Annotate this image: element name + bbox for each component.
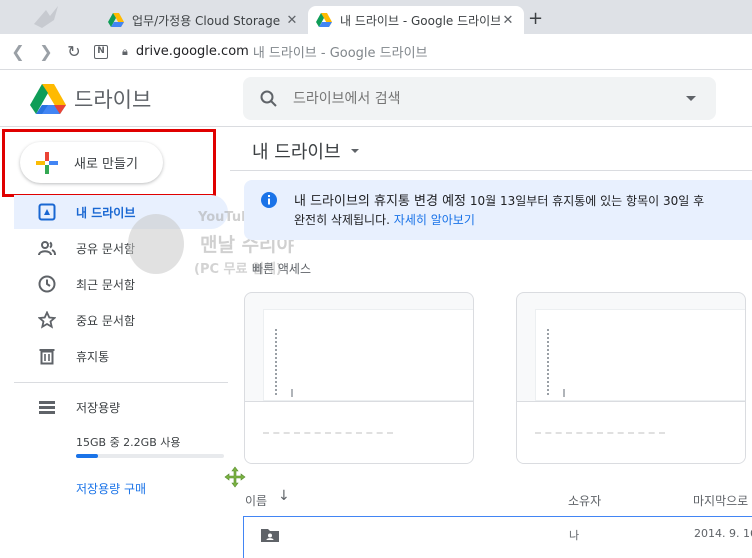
notice-body-2: 완전히 삭제됩니다. [294,213,390,227]
address-bar[interactable]: 🔒︎ drive.google.com 내 드라이브 - Google 드라이브 [122,42,428,61]
sidebar-item-recent[interactable]: 최근 문서함 [14,267,228,301]
quick-access-heading: 빠른 액세스 [252,262,312,276]
tab-my-drive[interactable]: 내 드라이브 - Google 드라이브 ✕ [308,6,524,34]
sidebar-item-label: 저장용량 [76,400,121,415]
browser-toolbar: ❮ ❯ ↻ N 🔒︎ drive.google.com 내 드라이브 - Goo… [0,34,752,70]
close-tab-icon[interactable]: ✕ [284,13,300,28]
tab-cloud-storage[interactable]: 업무/가정용 Cloud Storage - Go ✕ [100,6,308,34]
notice-heading: 내 드라이브의 휴지통 변경 예정 [294,194,467,209]
search-bar[interactable] [243,77,716,120]
row-owner: 나 [569,529,580,542]
sidebar-divider [14,382,228,383]
back-icon[interactable]: ❮ [8,42,28,61]
learn-more-link[interactable]: 자세히 알아보기 [394,213,475,227]
card-filename-placeholder [263,432,393,434]
file-thumbnail [535,309,745,401]
app-name: 드라이브 [74,88,152,112]
info-icon [261,192,277,208]
page-title-text: 내 드라이브 [252,142,341,163]
chevron-down-icon[interactable] [350,149,359,153]
plus-icon [36,151,58,174]
extension-n-icon[interactable]: N [94,44,108,59]
notice-line-1: 내 드라이브의 휴지통 변경 예정 10월 13일부터 휴지통에 있는 항목이 … [294,190,704,209]
storage-progress-bar [76,454,224,458]
forward-icon[interactable]: ❯ [36,42,56,61]
google-drive-logo-icon[interactable] [30,84,66,114]
close-tab-icon[interactable]: ✕ [500,13,516,28]
browser-tab-bar: 업무/가정용 Cloud Storage - Go ✕ 내 드라이브 - Goo… [0,0,752,34]
tab-title: 내 드라이브 - Google 드라이브 [340,13,500,28]
storage-usage-text: 15GB 중 2.2GB 사용 [76,436,181,449]
search-icon[interactable] [259,89,279,109]
shared-folder-icon [261,529,279,542]
google-drive-favicon-icon [108,13,124,27]
sidebar-item-label: 내 드라이브 [76,205,136,220]
url-page-title: 내 드라이브 - Google 드라이브 [252,46,428,61]
storage-icon [39,401,55,414]
card-footer [517,401,745,463]
url-host: drive.google.com [135,44,249,59]
sidebar-item-label: 휴지통 [76,349,110,364]
page-title[interactable]: 내 드라이브 [252,138,359,164]
table-row[interactable]: 나 2014. 9. 16 [243,516,752,558]
row-modified-date: 2014. 9. 16 [694,527,752,540]
star-icon [38,311,56,329]
sidebar-item-storage[interactable]: 저장용량 [14,390,228,424]
search-options-chevron-down-icon[interactable] [686,96,696,101]
header-divider [0,126,752,127]
trash-change-notice: 내 드라이브의 휴지통 변경 예정 10월 13일부터 휴지통에 있는 항목이 … [244,180,752,240]
sidebar-item-my-drive[interactable]: 내 드라이브 [14,195,228,229]
file-thumbnail [263,309,473,401]
quick-access-card[interactable] [244,292,474,464]
column-header-name[interactable]: 이름 [245,492,267,509]
bird-decoration-icon [28,2,88,32]
new-button[interactable]: 새로 만들기 [20,142,163,183]
new-tab-button[interactable]: + [528,8,543,29]
sidebar-item-starred[interactable]: 중요 문서함 [14,303,228,337]
quick-access-card[interactable] [516,292,746,464]
sidebar-item-label: 중요 문서함 [76,313,136,328]
main-divider [230,170,752,171]
card-footer [245,401,473,463]
google-drive-favicon-icon [316,13,332,27]
buy-storage-link[interactable]: 저장용량 구매 [76,480,146,497]
card-filename-placeholder [535,432,665,434]
search-input[interactable] [293,90,653,107]
thumbnail-text [547,329,551,395]
sort-arrow-down-icon[interactable]: ↓ [278,488,290,504]
shared-people-icon [38,241,56,256]
my-drive-icon [38,203,56,221]
notice-line-2: 완전히 삭제됩니다. 자세히 알아보기 [294,211,475,228]
clock-icon [38,275,56,293]
sidebar-item-shared[interactable]: 공유 문서함 [14,231,228,265]
sidebar-item-label: 공유 문서함 [76,241,136,256]
reload-icon[interactable]: ↻ [64,42,84,61]
trash-icon [39,349,55,365]
thumbnail-text [275,329,279,395]
sidebar-item-label: 최근 문서함 [76,277,136,292]
column-header-modified[interactable]: 마지막으로 [693,492,748,509]
tab-title: 업무/가정용 Cloud Storage - Go [132,13,284,28]
sidebar-item-trash[interactable]: 휴지통 [14,339,228,373]
column-header-owner: 소유자 [568,494,602,508]
move-cursor-icon [224,466,246,488]
lock-icon: 🔒︎ [122,44,128,58]
new-button-label: 새로 만들기 [74,157,138,172]
thumbnail-text [563,389,565,397]
thumbnail-text [291,389,293,397]
storage-progress-fill [76,454,98,458]
notice-body: 10월 13일부터 휴지통에 있는 항목이 30일 후 [469,194,705,208]
